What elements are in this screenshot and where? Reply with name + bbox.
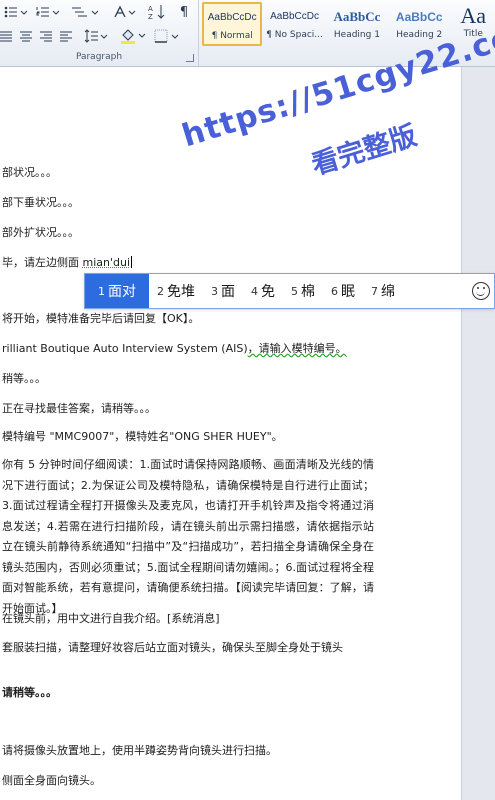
style-preview: Aa bbox=[460, 3, 487, 28]
candidate-text: 免堆 bbox=[167, 284, 195, 300]
style-name: Heading 2 bbox=[396, 30, 443, 40]
align-left-button[interactable] bbox=[58, 27, 74, 45]
doc-line: 稍等。。。 bbox=[2, 372, 46, 385]
candidate-text: 眠 bbox=[341, 284, 355, 300]
system-line: rilliant Boutique Auto Interview System … bbox=[2, 342, 347, 356]
candidate-text: 面对 bbox=[108, 284, 136, 300]
sort-button[interactable]: AZ bbox=[146, 3, 168, 21]
style-name: Heading 1 bbox=[333, 30, 380, 40]
style-name: ¶ No Spaci... bbox=[266, 30, 323, 40]
text-caret bbox=[131, 256, 133, 268]
candidate-number: 2 bbox=[157, 284, 164, 298]
pilcrow-icon: ¶ bbox=[179, 4, 189, 20]
system-suffix: ，请输入模特编号。 bbox=[247, 342, 347, 355]
ime-candidate[interactable]: 7绵 bbox=[363, 274, 403, 308]
vertical-scrollbar[interactable] bbox=[461, 67, 495, 800]
doc-line: 侧面全身面向镜头。 bbox=[2, 774, 101, 787]
candidate-number: 7 bbox=[371, 284, 378, 298]
style-name: ¶ Normal bbox=[211, 31, 253, 41]
align-right-button[interactable] bbox=[38, 27, 54, 45]
svg-text:A: A bbox=[148, 5, 153, 13]
style-no-spacing[interactable]: AaBbCcDc ¶ No Spaci... bbox=[264, 2, 324, 46]
borders-button[interactable] bbox=[152, 27, 182, 45]
doc-line: 模特编号 "MMC9007"，模特姓名"ONG SHER HUEY"。 bbox=[2, 430, 283, 443]
align-center-icon bbox=[20, 31, 32, 42]
doc-line: 请将摄像头放置地上，使用半蹲姿势背向镜头进行扫描。 bbox=[2, 744, 277, 757]
text-direction-button[interactable] bbox=[112, 3, 138, 21]
candidate-number: 1 bbox=[98, 284, 105, 298]
doc-line: 将开始，模特准备完毕后请回复【OK】。 bbox=[2, 312, 200, 325]
line-spacing-icon bbox=[84, 29, 108, 43]
show-formatting-button[interactable]: ¶ bbox=[174, 3, 194, 21]
text-direction-icon bbox=[114, 5, 136, 18]
doc-line: 部下垂状况。。。 bbox=[2, 196, 79, 209]
typing-line: 毕，请左边侧面 mian'dui bbox=[2, 256, 133, 270]
paint-bucket-icon bbox=[121, 29, 146, 44]
ime-candidate[interactable]: 2 免堆 bbox=[149, 274, 203, 308]
doc-line-bold: 请稍等。。。 bbox=[2, 686, 57, 699]
justify-icon bbox=[0, 31, 12, 42]
candidate-number: 4 bbox=[251, 284, 258, 298]
style-heading-1[interactable]: AaBbCc Heading 1 bbox=[327, 2, 387, 46]
svg-text:Z: Z bbox=[148, 13, 153, 20]
candidate-text: 面 bbox=[221, 284, 235, 300]
candidate-number: 5 bbox=[291, 284, 298, 298]
paragraph-group-label: Paragraph bbox=[75, 52, 123, 62]
ime-candidate[interactable]: 6眠 bbox=[323, 274, 363, 308]
style-normal[interactable]: AaBbCcDc ¶ Normal bbox=[202, 2, 263, 46]
line-spacing-button[interactable] bbox=[82, 27, 110, 45]
doc-line: 正在寻找最佳答案，请稍等。。。 bbox=[2, 402, 156, 415]
bullets-button[interactable] bbox=[2, 3, 30, 21]
dialog-launcher-icon[interactable] bbox=[186, 54, 194, 62]
doc-line: 在镜头前，用中文进行自我介绍。[系统消息] bbox=[2, 612, 220, 625]
bullet-list-icon bbox=[4, 6, 28, 18]
candidate-text: 绵 bbox=[381, 284, 395, 300]
candidate-text: 棉 bbox=[301, 284, 315, 300]
typing-prefix: 毕，请左边侧面 bbox=[2, 256, 83, 269]
ime-candidate[interactable]: 1 面对 bbox=[85, 274, 149, 308]
candidate-number: 6 bbox=[331, 284, 338, 298]
align-left-icon bbox=[60, 31, 72, 42]
system-name: rilliant Boutique Auto Interview System … bbox=[2, 342, 248, 355]
align-right-icon bbox=[40, 31, 52, 42]
multilevel-list-button[interactable] bbox=[68, 3, 104, 21]
style-preview: AaBbCc bbox=[333, 9, 381, 24]
doc-line: 套服装扫描，请整理好妆容后站立面对镜头，确保头至脚全身处于镜头 bbox=[2, 641, 343, 654]
pinyin-composition: mian'dui bbox=[82, 256, 131, 269]
numbered-list-icon bbox=[36, 7, 60, 17]
paragraph-group: AZ ¶ Paragraph bbox=[0, 0, 199, 66]
align-center-button[interactable] bbox=[18, 27, 34, 45]
doc-line: 部状况。。。 bbox=[2, 166, 57, 179]
ime-candidate-bar: 1 面对 2 免堆 3面 4免 5棉 6眠 7绵 bbox=[84, 273, 495, 309]
sort-az-icon: AZ bbox=[148, 5, 165, 20]
emoji-icon[interactable] bbox=[472, 282, 490, 300]
ime-candidate[interactable]: 3面 bbox=[203, 274, 243, 308]
ime-candidate[interactable]: 4免 bbox=[243, 274, 283, 308]
style-preview: AaBbCc bbox=[395, 10, 443, 24]
numbering-button[interactable] bbox=[34, 3, 62, 21]
justify-button[interactable] bbox=[0, 27, 14, 45]
style-preview: AaBbCcDc bbox=[270, 11, 319, 22]
borders-icon bbox=[154, 29, 179, 43]
notice-paragraph: 你有 5 分钟时间仔细阅读：1.面试时请保持网路顺畅、画面清晰及光线的情况下进行… bbox=[2, 458, 374, 615]
ime-candidate[interactable]: 5棉 bbox=[283, 274, 323, 308]
multilevel-list-icon bbox=[72, 7, 99, 17]
document-page[interactable]: 部状况。。。 部下垂状况。。。 部外扩状况。。。 毕，请左边侧面 mian'du… bbox=[0, 67, 461, 800]
candidate-text: 免 bbox=[261, 284, 275, 300]
candidate-number: 3 bbox=[211, 284, 218, 298]
shading-button[interactable] bbox=[118, 27, 148, 45]
doc-line: 部外扩状况。。。 bbox=[2, 226, 79, 239]
style-preview: AaBbCcDc bbox=[207, 12, 257, 23]
